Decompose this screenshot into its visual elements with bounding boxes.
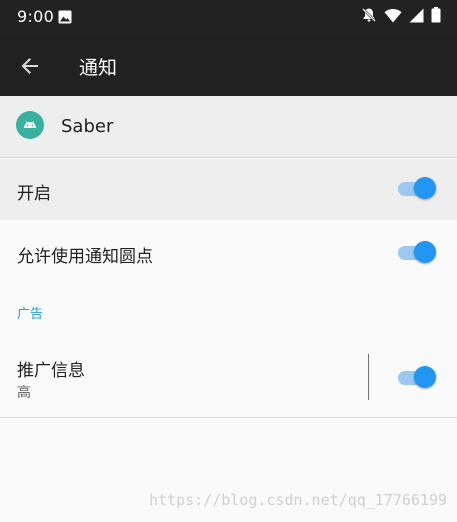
cell-signal-icon	[409, 8, 424, 27]
android-app-icon	[16, 111, 44, 139]
main-toggle-label: 开启	[17, 184, 51, 204]
arrow-back-icon[interactable]	[16, 52, 44, 80]
status-time: 9:00	[17, 7, 55, 26]
status-bar: 9:00	[0, 0, 457, 34]
main-notifications-toggle-row[interactable]: 开启	[0, 159, 457, 220]
page-title: 通知	[79, 57, 118, 79]
main-toggle-switch[interactable]	[398, 177, 436, 201]
channel-label: 推广信息	[17, 361, 85, 381]
notification-dots-toggle-row[interactable]: 允许使用通知圆点	[0, 220, 457, 284]
channel-toggle-switch[interactable]	[398, 366, 436, 390]
switch-thumb	[414, 366, 436, 388]
image-icon	[58, 9, 72, 24]
switch-thumb	[414, 177, 436, 199]
app-name: Saber	[61, 116, 114, 137]
channel-importance: 高	[17, 385, 31, 401]
watermark: https://blog.csdn.net/qq_17766199	[148, 491, 447, 509]
channel-row[interactable]: 推广信息 高	[0, 342, 457, 418]
toolbar: 通知	[0, 34, 457, 96]
switch-thumb	[414, 241, 436, 263]
dots-toggle-switch[interactable]	[398, 241, 436, 265]
status-icons	[361, 7, 441, 27]
section-header: 广告	[17, 307, 44, 322]
dots-toggle-label: 允许使用通知圆点	[17, 247, 153, 267]
battery-icon	[431, 7, 441, 27]
vertical-divider	[368, 354, 369, 400]
notifications-off-icon	[361, 7, 377, 27]
app-header: Saber	[0, 96, 457, 158]
wifi-icon	[384, 8, 402, 27]
